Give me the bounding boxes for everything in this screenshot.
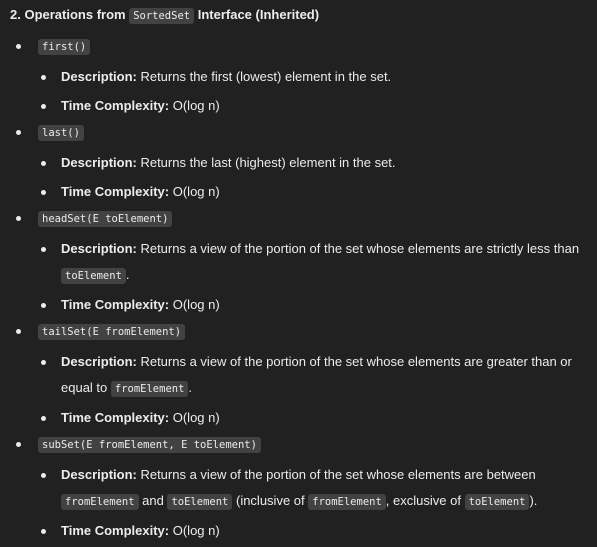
description-text: Returns a view of the portion of the set…: [136, 241, 580, 256]
description-item: Description: Returns a view of the porti…: [38, 462, 590, 515]
complexity-value: O(log n): [169, 184, 220, 199]
bullet-icon: [16, 130, 21, 135]
document-content: 2. Operations from SortedSet Interface (…: [10, 6, 590, 547]
method-signature: tailSet(E fromElement): [38, 321, 590, 341]
method-list: first() Description: Returns the first (…: [10, 36, 590, 544]
heading-code: SortedSet: [129, 8, 195, 24]
description-text: Returns a view of the portion of the set…: [136, 467, 536, 482]
method-signature: first(): [38, 36, 590, 56]
complexity-item: Time Complexity: O(log n): [38, 518, 590, 544]
method-code: first(): [38, 39, 91, 55]
complexity-value: O(log n): [169, 410, 220, 425]
method-item-headset: headSet(E toElement) Description: Return…: [10, 208, 590, 318]
method-details: Description: Returns the last (highest) …: [38, 150, 590, 205]
complexity-label: Time Complexity:: [61, 98, 170, 113]
bullet-icon: [41, 75, 46, 80]
complexity-label: Time Complexity:: [61, 184, 170, 199]
bullet-icon: [41, 161, 46, 166]
method-details: Description: Returns the first (lowest) …: [38, 64, 590, 119]
description-label: Description:: [61, 467, 137, 482]
bullet-icon: [41, 104, 46, 109]
description-label: Description:: [61, 155, 137, 170]
bullet-icon: [41, 190, 46, 195]
bullet-icon: [16, 442, 21, 447]
method-code: subSet(E fromElement, E toElement): [38, 437, 261, 453]
method-item-last: last() Description: Returns the last (hi…: [10, 122, 590, 205]
method-signature: headSet(E toElement): [38, 208, 590, 228]
method-item-first: first() Description: Returns the first (…: [10, 36, 590, 119]
bullet-icon: [41, 473, 46, 478]
description-item: Description: Returns the first (lowest) …: [38, 64, 590, 90]
description-text: Returns the last (highest) element in th…: [136, 155, 396, 170]
inline-code: toElement: [464, 494, 530, 510]
description-text: and: [138, 493, 168, 508]
section-heading: 2. Operations from SortedSet Interface (…: [10, 6, 590, 24]
complexity-label: Time Complexity:: [61, 410, 170, 425]
description-label: Description:: [61, 241, 137, 256]
bullet-icon: [41, 247, 46, 252]
complexity-item: Time Complexity: O(log n): [38, 292, 590, 318]
complexity-item: Time Complexity: O(log n): [38, 179, 590, 205]
complexity-value: O(log n): [169, 98, 220, 113]
complexity-item: Time Complexity: O(log n): [38, 405, 590, 431]
bullet-icon: [41, 303, 46, 308]
complexity-label: Time Complexity:: [61, 523, 170, 538]
complexity-value: O(log n): [169, 523, 220, 538]
method-signature: subSet(E fromElement, E toElement): [38, 434, 590, 454]
inline-code: toElement: [167, 494, 233, 510]
description-text: .: [188, 380, 193, 395]
description-label: Description:: [61, 69, 137, 84]
description-item: Description: Returns a view of the porti…: [38, 236, 590, 289]
inline-code: fromElement: [61, 494, 139, 510]
inline-code: toElement: [61, 268, 126, 284]
description-text: Returns the first (lowest) element in th…: [136, 69, 392, 84]
bullet-icon: [16, 216, 21, 221]
bullet-icon: [41, 416, 46, 421]
description-text: ).: [529, 493, 538, 508]
complexity-item: Time Complexity: O(log n): [38, 93, 590, 119]
method-item-tailset: tailSet(E fromElement) Description: Retu…: [10, 321, 590, 431]
method-code: headSet(E toElement): [38, 211, 173, 227]
method-code: tailSet(E fromElement): [38, 324, 186, 340]
heading-prefix: 2. Operations from: [10, 7, 130, 22]
inline-code: fromElement: [110, 381, 189, 397]
description-item: Description: Returns a view of the porti…: [38, 349, 590, 402]
heading-suffix: Interface (Inherited): [194, 7, 320, 22]
bullet-icon: [41, 360, 46, 365]
method-signature: last(): [38, 122, 590, 142]
description-label: Description:: [61, 354, 137, 369]
description-text: (inclusive of: [232, 493, 309, 508]
complexity-value: O(log n): [169, 297, 220, 312]
inline-code: fromElement: [308, 494, 386, 510]
method-details: Description: Returns a view of the porti…: [38, 349, 590, 431]
method-item-subset: subSet(E fromElement, E toElement) Descr…: [10, 434, 590, 544]
complexity-label: Time Complexity:: [61, 297, 170, 312]
description-text: , exclusive of: [385, 493, 465, 508]
description-item: Description: Returns the last (highest) …: [38, 150, 590, 176]
method-details: Description: Returns a view of the porti…: [38, 236, 590, 318]
bullet-icon: [16, 44, 21, 49]
bullet-icon: [16, 329, 21, 334]
description-text: .: [125, 267, 130, 282]
method-code: last(): [38, 125, 84, 141]
